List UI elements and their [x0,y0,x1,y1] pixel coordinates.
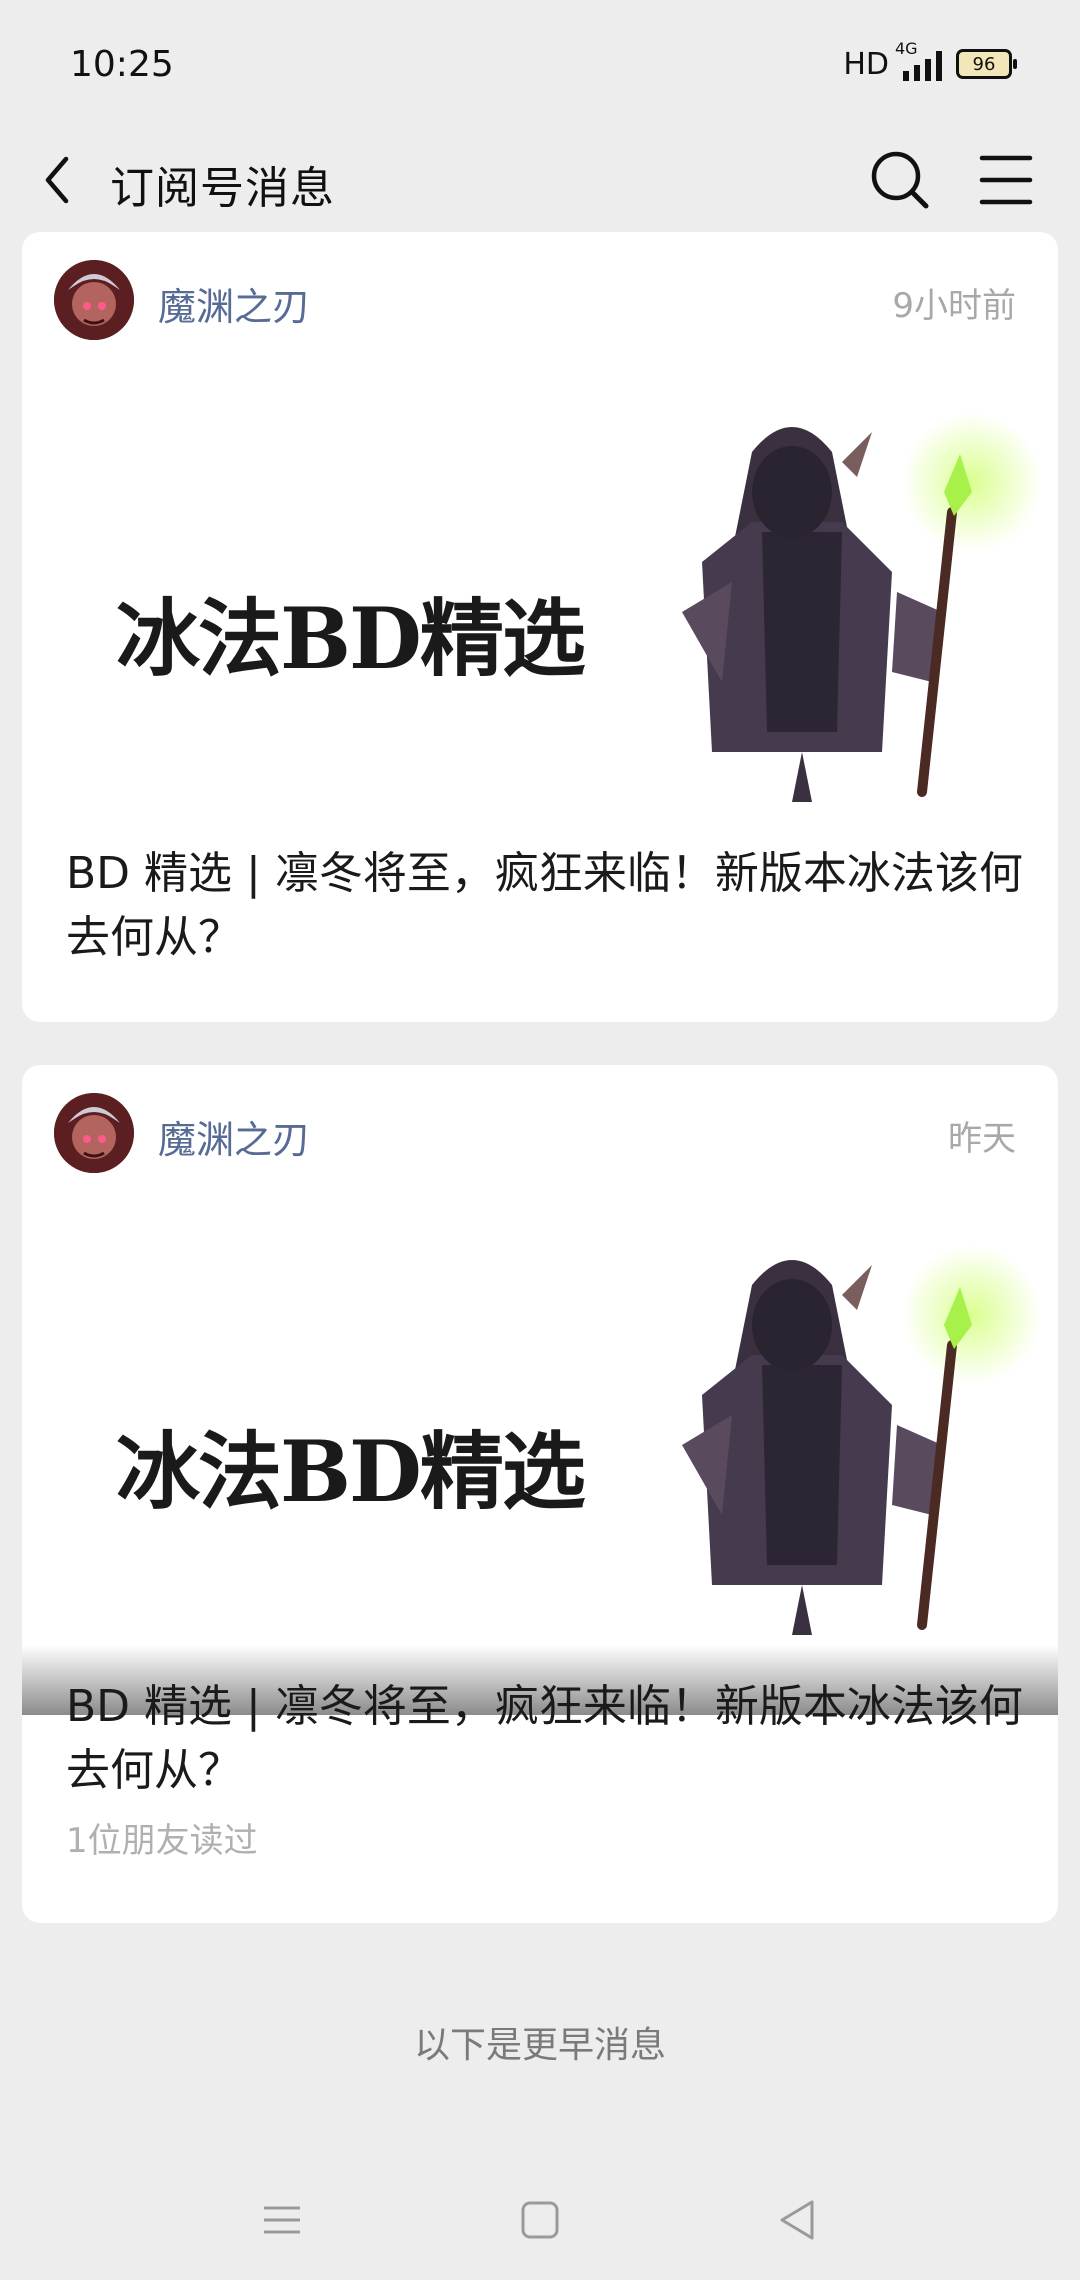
account-avatar-icon [54,260,134,340]
avatar[interactable] [54,260,134,340]
account-name[interactable]: 魔渊之刃 [158,1109,310,1164]
message-card[interactable]: 魔渊之刃 9小时前 冰法BD精选 BD 精选 | 凛冬将至，疯狂来临！新版本冰法 [22,232,1058,1022]
message-time: 昨天 [948,1119,1016,1159]
article-cover[interactable]: 冰法BD精选 [22,1215,1058,1715]
account-name[interactable]: 魔渊之刃 [158,276,310,331]
battery-icon: 96 [956,49,1017,79]
status-time: 10:25 [70,44,174,85]
article-cover[interactable]: 冰法BD精选 [22,382,1058,882]
card-header: 魔渊之刃 昨天 [22,1065,1058,1195]
home-icon [521,2201,559,2239]
back-arrow-icon [45,156,69,204]
signal-icon: 4G [895,39,942,81]
wizard-illustration-icon [682,1245,1042,1635]
menu-icon [979,155,1033,205]
home-button[interactable] [510,2190,570,2250]
battery-level: 96 [972,53,996,75]
search-button[interactable] [860,140,940,220]
cover-text: 冰法BD精选 [116,589,586,688]
search-icon [871,151,929,209]
message-card[interactable]: 魔渊之刃 昨天 冰法BD精选 BD 精选 | 凛冬将至，疯狂来临！新版本冰法该何… [22,1065,1058,1923]
cover-text: 冰法BD精选 [116,1422,586,1521]
friends-read-count: 1位朋友读过 [66,1821,258,1861]
menu-button[interactable] [966,140,1046,220]
earlier-messages-link[interactable]: 以下是更早消息 [0,2016,1080,2068]
status-icons: HD 4G 96 [843,39,1017,84]
wizard-illustration-icon [682,412,1042,802]
back-button[interactable] [32,140,112,220]
network-type: 4G [895,39,918,58]
system-back-button[interactable] [768,2190,828,2250]
recents-button[interactable] [252,2190,312,2250]
back-icon [780,2200,814,2240]
system-nav-bar [0,2180,1080,2260]
card-header: 魔渊之刃 9小时前 [22,232,1058,362]
nav-bar: 订阅号消息 [0,130,1080,230]
avatar[interactable] [54,1093,134,1173]
article-title[interactable]: BD 精选 | 凛冬将至，疯狂来临！新版本冰法该何去何从？ [66,842,1026,970]
status-bar: 10:25 HD 4G 96 [0,0,1080,130]
account-avatar-icon [54,1093,134,1173]
page-title: 订阅号消息 [110,163,335,214]
article-title[interactable]: BD 精选 | 凛冬将至，疯狂来临！新版本冰法该何去何从？ [66,1675,1026,1803]
recents-icon [264,2206,300,2234]
hd-label: HD [843,46,889,82]
message-time: 9小时前 [892,286,1016,326]
